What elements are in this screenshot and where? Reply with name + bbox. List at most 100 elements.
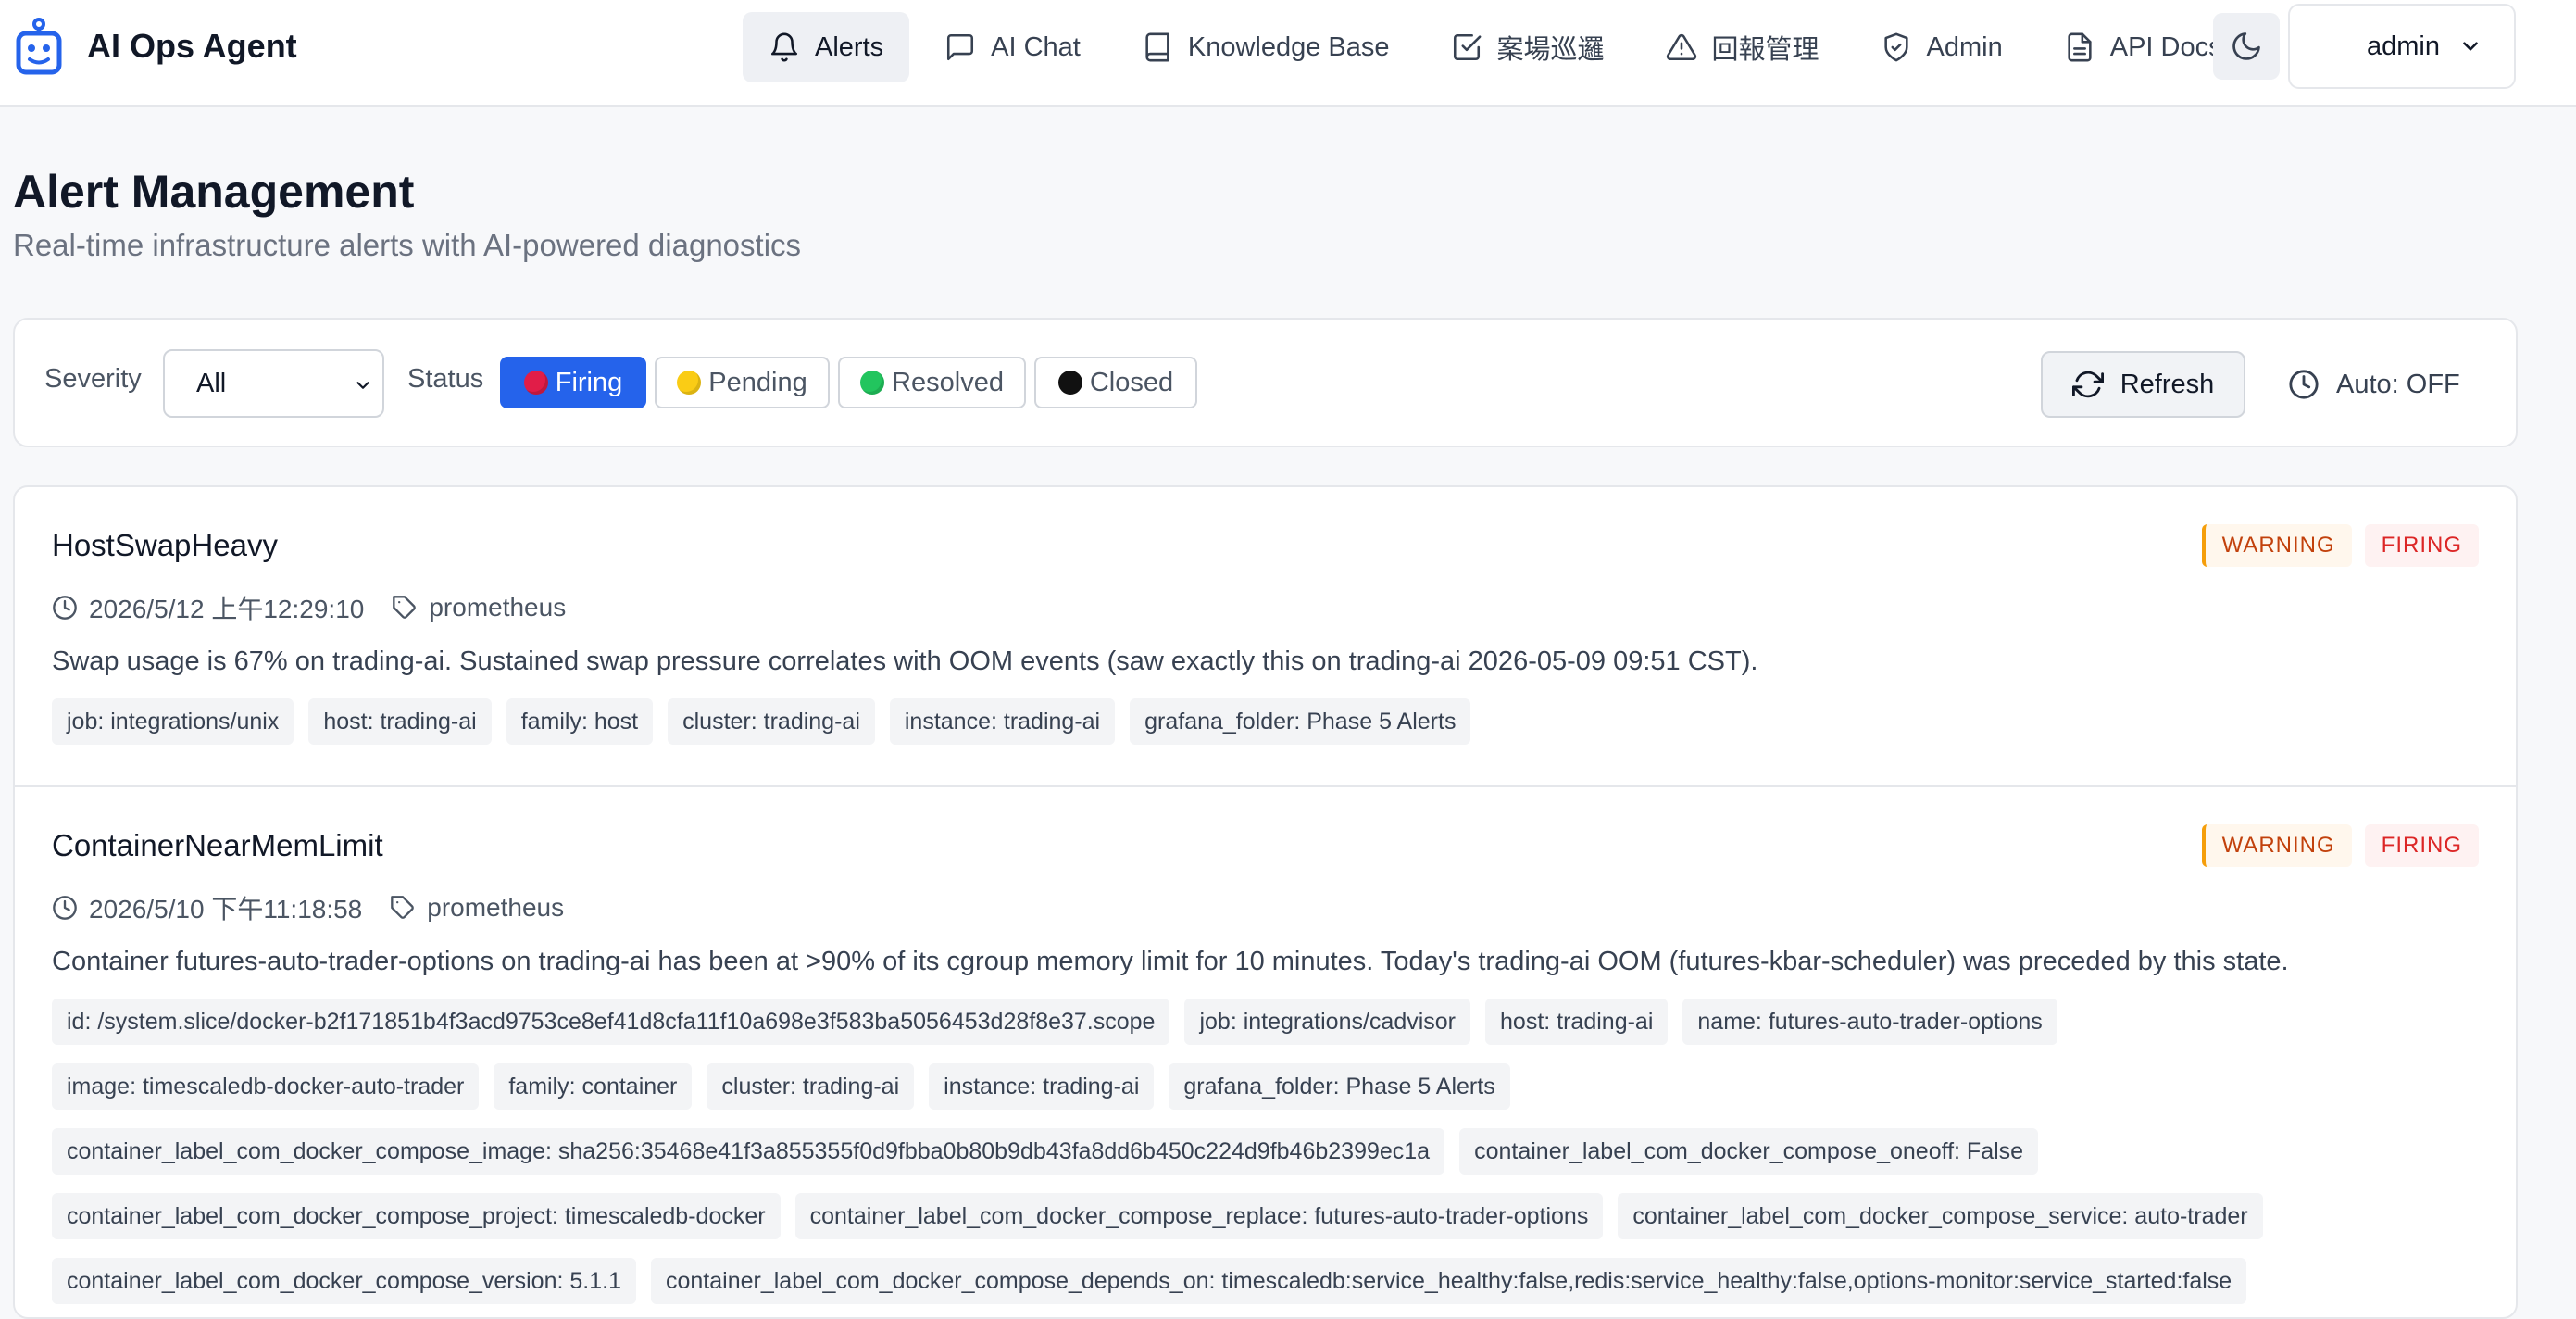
alert-time: 2026/5/12 上午12:29:10	[52, 589, 364, 626]
alert-card[interactable]: HostSwapHeavy WARNING FIRING 2026/5/12 上…	[15, 487, 2516, 785]
alert-source-text: prometheus	[427, 893, 565, 922]
moon-icon	[2232, 32, 2260, 60]
label-tag: job: integrations/cadvisor	[1184, 999, 1471, 1045]
page-subtitle: Real-time infrastructure alerts with AI-…	[13, 228, 802, 262]
chevron-down-icon	[2463, 42, 2478, 51]
label-tag: container_label_com_docker_compose_versi…	[52, 1258, 636, 1304]
user-menu[interactable]: admin	[2288, 4, 2516, 89]
alert-labels: id: /system.slice/docker-b2f171851b4f3ac…	[52, 999, 2479, 1304]
auto-label: Auto: OFF	[2336, 369, 2460, 399]
app-name: AI Ops Agent	[87, 27, 297, 65]
label-tag: grafana_folder: Phase 5 Alerts	[1169, 1063, 1510, 1110]
label-tag: instance: trading-ai	[889, 698, 1116, 745]
nav-label: Admin	[1926, 31, 2003, 62]
page-title: Alert Management	[13, 166, 415, 218]
user-name: admin	[2367, 31, 2440, 61]
top-navbar: AI Ops Agent Alerts AI Chat Knowledge Ba…	[0, 0, 2576, 107]
refresh-button[interactable]: Refresh	[2041, 351, 2245, 418]
nav-item-knowledge-base[interactable]: Knowledge Base	[1116, 12, 1416, 82]
status-chip-pending[interactable]: Pending	[655, 357, 830, 408]
status-chip-closed[interactable]: Closed	[1034, 357, 1197, 408]
label-tag: container_label_com_docker_compose_servi…	[1618, 1193, 2263, 1239]
chip-label: Pending	[708, 367, 807, 397]
nav-item-alerts[interactable]: Alerts	[743, 12, 910, 82]
label-tag: host: trading-ai	[1485, 999, 1669, 1045]
label-tag: host: trading-ai	[308, 698, 492, 745]
black-dot-icon	[1057, 371, 1082, 395]
clock-icon	[2289, 370, 2319, 399]
status-label: Status	[407, 364, 484, 394]
nav-label: 案場巡邏	[1496, 35, 1605, 65]
alert-list: HostSwapHeavy WARNING FIRING 2026/5/12 上…	[13, 485, 2518, 1319]
auto-refresh-toggle[interactable]: Auto: OFF	[2288, 351, 2460, 418]
label-tag: instance: trading-ai	[929, 1063, 1155, 1110]
severity-select[interactable]: All	[163, 349, 384, 418]
severity-label: Severity	[44, 364, 142, 394]
nav-item-site-patrol[interactable]: 案場巡邏	[1425, 12, 1631, 82]
main-nav: Alerts AI Chat Knowledge Base 案場巡邏 回報管理 …	[743, 12, 2248, 82]
alert-labels: job: integrations/unix host: trading-ai …	[52, 698, 2479, 745]
alert-summary: Swap usage is 67% on trading-ai. Sustain…	[52, 647, 1758, 676]
nav-item-ai-chat[interactable]: AI Chat	[919, 12, 1107, 82]
brand[interactable]: AI Ops Agent	[13, 17, 297, 76]
nav-label: 回報管理	[1711, 35, 1819, 65]
checkbox-icon	[1453, 33, 1481, 61]
yellow-dot-icon	[677, 371, 702, 395]
label-tag: name: futures-auto-trader-options	[1682, 999, 2057, 1045]
alert-name: ContainerNearMemLimit	[52, 828, 383, 862]
state-badge: FIRING	[2364, 824, 2479, 867]
alert-meta: 2026/5/10 下午11:18:58 prometheus	[52, 889, 564, 926]
green-dot-icon	[860, 371, 885, 395]
chip-label: Resolved	[892, 367, 1004, 397]
severity-badge: WARNING	[2201, 524, 2352, 567]
state-badge: FIRING	[2364, 524, 2479, 567]
alert-badges: WARNING FIRING	[2201, 524, 2479, 567]
label-tag: container_label_com_docker_compose_repla…	[794, 1193, 1604, 1239]
label-tag: container_label_com_docker_compose_image…	[52, 1128, 1445, 1175]
severity-value: All	[196, 368, 227, 398]
theme-toggle-button[interactable]	[2213, 13, 2280, 80]
alert-source: prometheus	[392, 593, 566, 622]
message-icon	[947, 33, 974, 61]
nav-label: API Docs	[2109, 31, 2222, 62]
label-tag: container_label_com_docker_compose_depen…	[650, 1258, 2247, 1304]
tag-icon	[391, 896, 415, 919]
label-tag: grafana_folder: Phase 5 Alerts	[1130, 698, 1471, 745]
refresh-icon	[2071, 371, 2104, 398]
label-tag: cluster: trading-ai	[707, 1063, 915, 1110]
alert-time: 2026/5/10 下午11:18:58	[52, 889, 362, 926]
nav-label: Alerts	[815, 31, 884, 62]
red-dot-icon	[523, 371, 548, 395]
label-tag: cluster: trading-ai	[668, 698, 875, 745]
clock-icon	[53, 596, 77, 620]
status-chip-firing[interactable]: Firing	[500, 357, 646, 408]
label-tag: id: /system.slice/docker-b2f171851b4f3ac…	[52, 999, 1170, 1045]
alert-card[interactable]: ContainerNearMemLimit WARNING FIRING 202…	[15, 785, 2516, 1317]
alert-source-text: prometheus	[429, 593, 567, 622]
tag-icon	[393, 596, 417, 619]
label-tag: family: host	[506, 698, 654, 745]
label-tag: image: timescaledb-docker-auto-trader	[52, 1063, 480, 1110]
status-chip-resolved[interactable]: Resolved	[838, 357, 1026, 408]
shield-icon	[1883, 32, 1908, 62]
alert-time-text: 2026/5/12 上午12:29:10	[89, 595, 365, 623]
document-icon	[2068, 32, 2092, 62]
warning-triangle-icon	[1666, 33, 1696, 61]
label-tag: family: container	[494, 1063, 693, 1110]
chevron-down-icon	[356, 382, 369, 389]
nav-label: AI Chat	[991, 31, 1081, 62]
nav-item-report-management[interactable]: 回報管理	[1640, 12, 1845, 82]
alert-name: HostSwapHeavy	[52, 528, 278, 562]
alert-time-text: 2026/5/10 下午11:18:58	[89, 895, 363, 923]
chip-label: Closed	[1089, 367, 1174, 397]
filter-bar: Severity All Status Firing Pending Resol…	[13, 318, 2518, 447]
chip-label: Firing	[555, 367, 623, 397]
alert-badges: WARNING FIRING	[2201, 824, 2479, 867]
nav-label: Knowledge Base	[1187, 31, 1390, 62]
robot-logo-icon	[16, 18, 62, 75]
label-tag: container_label_com_docker_compose_proje…	[52, 1193, 781, 1239]
bell-icon	[770, 32, 798, 62]
alert-source: prometheus	[390, 893, 564, 923]
refresh-label: Refresh	[2120, 369, 2215, 399]
nav-item-admin[interactable]: Admin	[1855, 12, 2029, 82]
